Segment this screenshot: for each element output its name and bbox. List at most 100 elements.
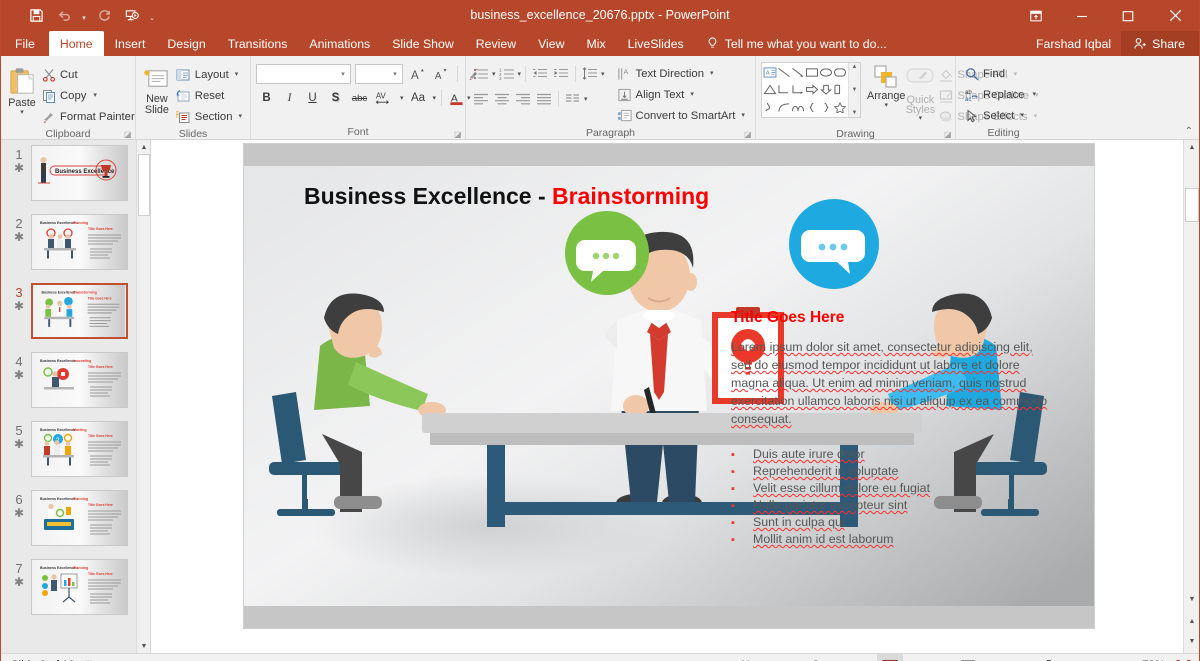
paste-button[interactable]: Paste ▾ bbox=[6, 61, 38, 116]
text-shadow-button[interactable]: S bbox=[325, 88, 346, 109]
shapes-scrollbar[interactable]: ▲ ▼ ▼ bbox=[848, 63, 860, 117]
tab-slide-show[interactable]: Slide Show bbox=[381, 31, 465, 56]
tab-home[interactable]: Home bbox=[48, 31, 104, 56]
shape-oval-icon[interactable] bbox=[819, 64, 833, 81]
align-text-dropdown-icon[interactable]: ▾ bbox=[690, 91, 694, 98]
align-left-button[interactable] bbox=[471, 89, 491, 109]
shape-curve-icon[interactable] bbox=[791, 99, 805, 116]
tab-mix[interactable]: Mix bbox=[576, 31, 617, 56]
slide-body-paragraph[interactable]: Lorem ipsum dolor sit amet, consectetur … bbox=[731, 338, 1053, 428]
animation-star-icon[interactable]: ✱ bbox=[7, 507, 31, 519]
list-item[interactable]: ▪ Sunt in culpa qui bbox=[731, 515, 1061, 532]
bold-button[interactable]: B bbox=[256, 88, 277, 109]
account-name[interactable]: Farshad Iqbal bbox=[1026, 37, 1121, 51]
shape-textbox-icon[interactable]: A bbox=[763, 64, 777, 81]
replace-dropdown-icon[interactable]: ▾ bbox=[1032, 91, 1036, 98]
text-direction-dropdown-icon[interactable]: ▾ bbox=[710, 70, 714, 77]
thumbnail-scroll-down-icon[interactable]: ▼ bbox=[137, 639, 150, 653]
slide-title[interactable]: Business Excellence - Brainstorming bbox=[304, 183, 709, 210]
clipboard-dialog-launcher[interactable]: ◪ bbox=[124, 130, 133, 139]
animation-star-icon[interactable]: ✱ bbox=[7, 576, 31, 588]
layout-button[interactable]: Layout ▾ bbox=[173, 64, 245, 85]
copy-button[interactable]: Copy ▾ bbox=[38, 85, 138, 106]
decrease-font-size-button[interactable]: A bbox=[431, 64, 452, 85]
decrease-indent-button[interactable] bbox=[530, 64, 550, 84]
tab-animations[interactable]: Animations bbox=[298, 31, 381, 56]
arrange-button[interactable]: Arrange ▾ bbox=[867, 62, 905, 109]
shapes-more-icon[interactable]: ▼ bbox=[852, 110, 858, 116]
customize-qat-icon[interactable]: ⌄ bbox=[147, 4, 157, 28]
list-item[interactable]: ▪ Mollit anim id est laborum bbox=[731, 532, 1061, 549]
ribbon-display-options-icon[interactable] bbox=[1013, 0, 1059, 31]
redo-icon[interactable] bbox=[91, 4, 117, 28]
font-size-combobox[interactable]: ▾ bbox=[355, 64, 403, 84]
shapes-scroll-down-icon[interactable]: ▼ bbox=[852, 87, 858, 93]
align-center-button[interactable] bbox=[492, 89, 512, 109]
animation-star-icon[interactable]: ✱ bbox=[7, 162, 31, 174]
shapes-gallery[interactable]: A ▲ ▼ ▼ bbox=[761, 62, 861, 118]
align-text-button[interactable]: Align Text ▾ bbox=[614, 84, 748, 105]
animation-star-icon[interactable]: ✱ bbox=[7, 300, 31, 312]
thumbnail-image[interactable]: Business Excellence - Planning Title Goe… bbox=[31, 559, 128, 615]
start-presentation-icon[interactable] bbox=[119, 4, 145, 28]
list-item[interactable]: 3 ✱ Business Excellence - Brainstorming bbox=[1, 283, 136, 352]
change-case-dropdown-icon[interactable]: ▾ bbox=[433, 95, 437, 102]
canvas-scrollbar[interactable]: ▲ ▼ ▲ ▼ bbox=[1183, 140, 1199, 653]
shape-triangle-icon[interactable] bbox=[763, 81, 777, 98]
tab-design[interactable]: Design bbox=[156, 31, 216, 56]
thumbnail-scroll-thumb[interactable] bbox=[138, 154, 150, 216]
line-spacing-button[interactable] bbox=[580, 64, 600, 84]
underline-button[interactable]: U bbox=[302, 88, 323, 109]
change-case-button[interactable]: Aa bbox=[406, 88, 431, 109]
section-dropdown-icon[interactable]: ▾ bbox=[238, 113, 242, 120]
shape-elbow-connector-icon[interactable] bbox=[777, 81, 791, 98]
canvas-scroll-up-icon[interactable]: ▲ bbox=[1184, 140, 1200, 155]
normal-view-button[interactable] bbox=[877, 653, 903, 661]
increase-indent-button[interactable] bbox=[551, 64, 571, 84]
undo-icon[interactable] bbox=[51, 4, 77, 28]
slide-canvas[interactable]: Business Excellence - Brainstorming Titl… bbox=[244, 144, 1094, 628]
numbering-dropdown-icon[interactable]: ▾ bbox=[518, 71, 522, 78]
font-name-combobox[interactable]: ▾ bbox=[256, 64, 351, 84]
canvas-scroll-thumb[interactable] bbox=[1185, 188, 1199, 222]
list-item[interactable]: ▪ Nulla pariatur excepteur sint bbox=[731, 498, 1061, 515]
share-button[interactable]: Share bbox=[1121, 31, 1199, 56]
align-right-button[interactable] bbox=[513, 89, 533, 109]
list-item[interactable]: 7 ✱ Business Excellence - Planning Title… bbox=[1, 559, 136, 628]
line-spacing-dropdown-icon[interactable]: ▾ bbox=[601, 71, 605, 78]
list-item[interactable]: 4 ✱ Business Excellence - Innovating Tit… bbox=[1, 352, 136, 421]
paste-dropdown-icon[interactable]: ▾ bbox=[20, 109, 24, 116]
close-icon[interactable] bbox=[1151, 0, 1199, 31]
shape-pentagon-icon[interactable] bbox=[833, 81, 847, 98]
shape-rectangle-icon[interactable] bbox=[805, 64, 819, 81]
strikethrough-button[interactable]: abc bbox=[348, 88, 371, 109]
convert-to-smartart-button[interactable]: Convert to SmartArt ▾ bbox=[614, 105, 748, 126]
slide-body-title[interactable]: Title Goes Here bbox=[731, 309, 844, 327]
animation-star-icon[interactable]: ✱ bbox=[7, 369, 31, 381]
next-slide-icon[interactable]: ▼ bbox=[1184, 634, 1200, 649]
shape-right-arrow-icon[interactable] bbox=[805, 81, 819, 98]
shape-star-icon[interactable] bbox=[833, 99, 847, 116]
shape-left-brace-icon[interactable] bbox=[805, 99, 819, 116]
justify-button[interactable] bbox=[534, 89, 554, 109]
list-item[interactable]: 2 ✱ Business Excellence - Planning Title… bbox=[1, 214, 136, 283]
shape-line-icon[interactable] bbox=[777, 64, 791, 81]
tab-liveslides[interactable]: LiveSlides bbox=[617, 31, 695, 56]
slide-bullet-list[interactable]: ▪ Duis aute irure dolor ▪ Reprehenderit in… bbox=[731, 447, 1061, 549]
list-item[interactable]: ▪ Duis aute irure dolor bbox=[731, 447, 1061, 464]
slide-show-button[interactable] bbox=[955, 654, 981, 661]
columns-button[interactable] bbox=[563, 89, 583, 109]
animation-star-icon[interactable]: ✱ bbox=[7, 438, 31, 450]
select-button[interactable]: Select ▾ bbox=[961, 105, 1039, 126]
notes-button[interactable]: Notes bbox=[711, 654, 781, 661]
thumbnail-image[interactable]: Business Excellence - Brainstorming Titl… bbox=[31, 283, 128, 339]
tab-view[interactable]: View bbox=[527, 31, 575, 56]
collapse-ribbon-button[interactable]: ⌃ bbox=[1185, 126, 1193, 137]
minimize-icon[interactable] bbox=[1059, 0, 1105, 31]
thumbnail-image[interactable]: Business Excellence bbox=[31, 145, 128, 201]
quick-styles-dropdown-icon[interactable]: ▾ bbox=[919, 115, 923, 122]
zoom-control[interactable]: − + bbox=[981, 654, 1135, 661]
maximize-icon[interactable] bbox=[1105, 0, 1151, 31]
shape-arc-icon[interactable] bbox=[777, 99, 791, 116]
shape-arrow-icon[interactable] bbox=[791, 64, 805, 81]
